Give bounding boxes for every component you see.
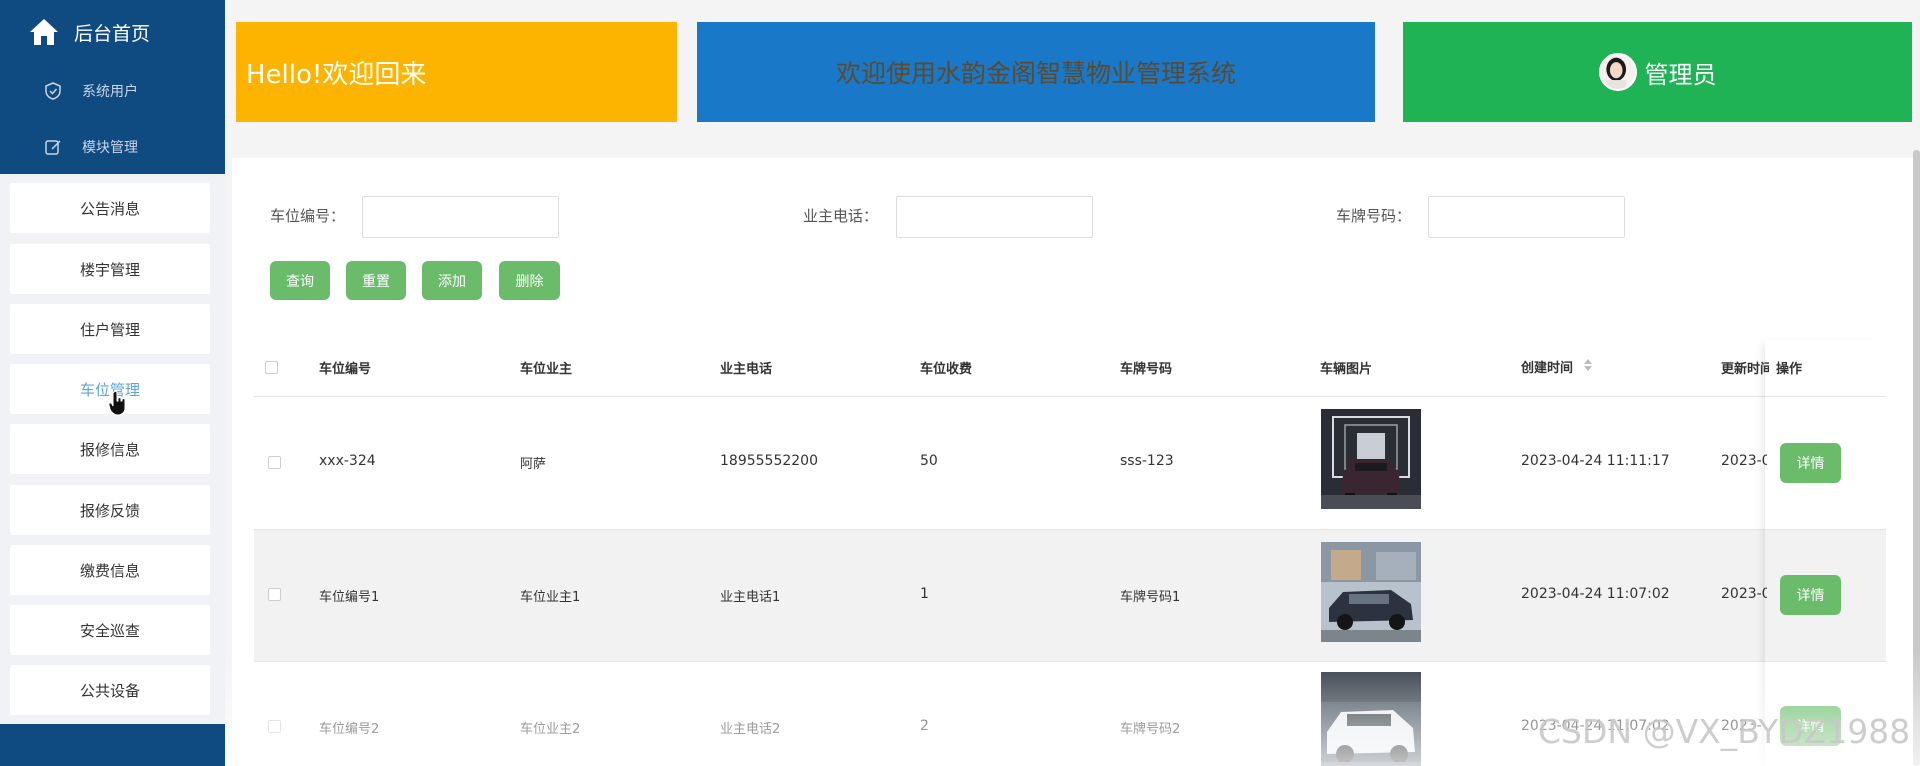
plate-label: 车牌号码： bbox=[1336, 207, 1412, 225]
header-created[interactable]: 创建时间 bbox=[1521, 357, 1573, 376]
welcome-banner: 欢迎使用水韵金阁智慧物业管理系统 bbox=[697, 22, 1375, 122]
header-spot-no[interactable]: 车位编号 bbox=[319, 358, 371, 377]
sidebar-item-system-users[interactable]: 系统用户 bbox=[44, 76, 138, 106]
header-fee[interactable]: 车位收费 bbox=[920, 358, 972, 377]
sidebar-item-public-equipment[interactable]: 公共设备 bbox=[10, 665, 210, 715]
table-row[interactable]: 车位编号1 车位业主1 业主电话1 1 车牌号码1 2023-04-24 11:… bbox=[254, 530, 1886, 662]
sidebar-home-label: 后台首页 bbox=[74, 22, 151, 45]
fixed-action-column bbox=[1765, 340, 1887, 766]
cell-phone: 业主电话1 bbox=[720, 590, 781, 605]
cell-fee: 1 bbox=[920, 586, 929, 602]
header-owner[interactable]: 车位业主 bbox=[520, 358, 572, 377]
sidebar-item-announcements[interactable]: 公告消息 bbox=[10, 183, 210, 233]
cell-spot-no: xxx-324 bbox=[319, 453, 376, 469]
header-plate[interactable]: 车牌号码 bbox=[1120, 358, 1172, 377]
cell-plate: 车牌号码1 bbox=[1120, 590, 1181, 605]
sidebar-footer bbox=[0, 724, 225, 766]
cell-spot-no: 车位编号1 bbox=[319, 590, 380, 605]
spot-no-label: 车位编号： bbox=[270, 207, 346, 225]
cell-fee: 2 bbox=[920, 718, 929, 734]
cell-spot-no: 车位编号2 bbox=[319, 722, 380, 737]
welcome-text: 欢迎使用水韵金阁智慧物业管理系统 bbox=[835, 59, 1236, 88]
cell-owner: 车位业主1 bbox=[520, 590, 581, 605]
owner-phone-label: 业主电话： bbox=[803, 207, 879, 225]
table-row[interactable]: xxx-324 阿萨 18955552200 50 sss-123 2023-0… bbox=[254, 397, 1886, 529]
sort-icon[interactable] bbox=[1583, 359, 1593, 371]
car-image[interactable] bbox=[1321, 409, 1421, 509]
row-checkbox[interactable] bbox=[268, 588, 281, 601]
user-portrait-icon bbox=[1600, 55, 1635, 89]
owner-phone-input[interactable] bbox=[896, 196, 1093, 238]
edit-icon bbox=[45, 140, 61, 155]
user-banner[interactable]: 管理员 bbox=[1403, 22, 1912, 122]
row-checkbox[interactable] bbox=[268, 720, 281, 733]
header-car-image[interactable]: 车辆图片 bbox=[1320, 358, 1372, 377]
avatar bbox=[1598, 53, 1637, 91]
add-button[interactable]: 添加 bbox=[422, 261, 482, 300]
sidebar-item-residents[interactable]: 住户管理 bbox=[10, 304, 210, 354]
header-updated[interactable]: 更新时间 bbox=[1721, 358, 1769, 377]
home-icon bbox=[30, 19, 58, 45]
cell-plate: sss-123 bbox=[1120, 453, 1174, 469]
detail-button[interactable]: 详情 bbox=[1780, 443, 1841, 483]
greeting-banner: Hello!欢迎回来 bbox=[236, 22, 677, 122]
cell-updated: 2023-0 bbox=[1721, 453, 1767, 469]
app-root: 后台首页 系统用户 模块管理 公告消息 楼宇管理 住户管理 车位管理 报修信息 bbox=[0, 0, 1920, 766]
spot-no-input[interactable] bbox=[362, 196, 559, 238]
greeting-text: Hello!欢迎回来 bbox=[246, 59, 427, 90]
plate-input[interactable] bbox=[1428, 196, 1625, 238]
sidebar-sub-label: 系统用户 bbox=[82, 84, 138, 100]
detail-button[interactable]: 详情 bbox=[1780, 575, 1841, 615]
reset-button[interactable]: 重置 bbox=[346, 261, 406, 300]
sidebar-item-payments[interactable]: 缴费信息 bbox=[10, 545, 210, 595]
cell-plate: 车牌号码2 bbox=[1120, 722, 1181, 737]
car-image[interactable] bbox=[1321, 542, 1421, 642]
shield-icon bbox=[45, 82, 61, 100]
query-button[interactable]: 查询 bbox=[270, 261, 330, 300]
row-checkbox[interactable] bbox=[268, 456, 281, 469]
header-phone[interactable]: 业主电话 bbox=[720, 358, 772, 377]
user-name: 管理员 bbox=[1644, 60, 1717, 89]
sidebar-item-repair-info[interactable]: 报修信息 bbox=[10, 424, 210, 474]
cell-phone: 业主电话2 bbox=[720, 722, 781, 737]
cell-created: 2023-04-24 11:11:17 bbox=[1521, 453, 1670, 469]
car-image[interactable] bbox=[1321, 672, 1421, 766]
delete-button[interactable]: 删除 bbox=[499, 261, 560, 300]
sidebar-home-link[interactable]: 后台首页 bbox=[28, 12, 150, 52]
cell-created: 2023-04-24 11:07:02 bbox=[1521, 586, 1670, 602]
watermark: CSDN @VX_BYDZ1988 bbox=[1538, 712, 1911, 751]
sidebar-header: 后台首页 系统用户 模块管理 bbox=[0, 0, 225, 174]
cell-updated: 2023-0 bbox=[1721, 586, 1767, 602]
sidebar: 后台首页 系统用户 模块管理 公告消息 楼宇管理 住户管理 车位管理 报修信息 bbox=[0, 0, 225, 766]
sidebar-sub-label: 模块管理 bbox=[82, 140, 138, 156]
sidebar-item-module-management[interactable]: 模块管理 bbox=[44, 132, 138, 162]
header-action: 操作 bbox=[1776, 362, 1803, 377]
cell-fee: 50 bbox=[920, 453, 938, 469]
sidebar-item-buildings[interactable]: 楼宇管理 bbox=[10, 244, 210, 294]
page-scrollbar[interactable] bbox=[1913, 150, 1920, 766]
hand-cursor-icon bbox=[108, 390, 126, 416]
cell-phone: 18955552200 bbox=[720, 453, 818, 469]
select-all-checkbox[interactable] bbox=[265, 361, 278, 374]
cell-owner: 车位业主2 bbox=[520, 722, 581, 737]
sidebar-item-security-patrol[interactable]: 安全巡查 bbox=[10, 605, 210, 655]
sidebar-item-repair-feedback[interactable]: 报修反馈 bbox=[10, 485, 210, 535]
cell-owner: 阿萨 bbox=[520, 457, 547, 472]
